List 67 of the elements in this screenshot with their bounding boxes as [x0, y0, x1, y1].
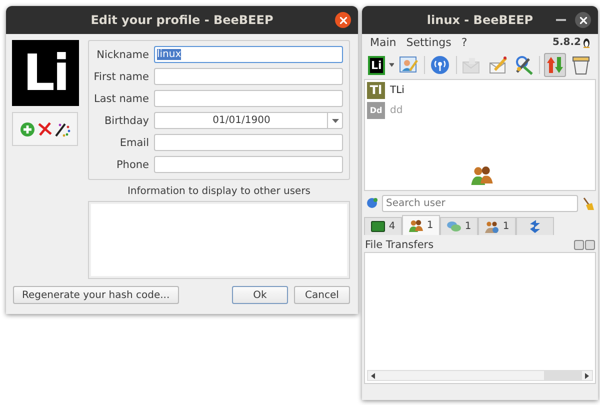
group-icon [484, 220, 499, 232]
broom-icon[interactable] [582, 196, 594, 210]
toolbar-button[interactable] [544, 53, 566, 77]
user-avatar: Tl [367, 82, 385, 98]
bin-icon [570, 55, 591, 75]
input-field[interactable] [154, 90, 343, 107]
close-button[interactable] [575, 12, 591, 28]
version-label: 5.8.2 [552, 37, 581, 48]
menu-item[interactable]: ? [461, 36, 468, 49]
toolbar-button[interactable] [429, 53, 452, 77]
window-title: Edit your profile - BeeBEEP [90, 13, 274, 27]
envelope-pencil-icon [488, 55, 508, 75]
envelope-icon [461, 55, 482, 75]
left-arrow-icon [371, 372, 375, 378]
field-label: Last name [93, 92, 149, 104]
close-icon [580, 16, 586, 24]
tab[interactable]: 1 [402, 215, 440, 235]
input-field[interactable] [154, 68, 343, 85]
panel-title: File Transfers [365, 238, 434, 250]
info-label: Information to display to other users [126, 186, 312, 197]
right-arrow-icon [585, 372, 589, 378]
field-label: First name [93, 70, 149, 82]
caret-icon[interactable] [388, 63, 394, 67]
wireless-icon [430, 55, 450, 75]
speech-bubbles-icon [446, 220, 461, 232]
close-icon[interactable] [585, 240, 595, 250]
dialog-button[interactable]: Cancel [294, 286, 350, 304]
up-down-arrows-icon [544, 55, 565, 75]
scrollbar-thumb[interactable] [544, 371, 582, 380]
input-field[interactable] [154, 134, 343, 151]
share-icon [529, 220, 541, 233]
tab[interactable]: 1 [440, 217, 478, 235]
user-name[interactable]: TLi [390, 84, 404, 96]
avatar: Li [12, 40, 79, 106]
caret-icon [332, 118, 338, 122]
gear-icon[interactable] [366, 197, 378, 209]
penguin-icon [583, 38, 590, 48]
profile-edit-icon [399, 55, 420, 75]
close-icon [340, 16, 346, 24]
tools-icon [514, 55, 534, 75]
search-field[interactable]: Search user [382, 194, 578, 212]
delete-icon[interactable] [38, 122, 52, 136]
dialog-button[interactable]: Ok [232, 286, 288, 304]
monitor-icon [370, 221, 385, 232]
tab[interactable]: 1 [478, 217, 516, 235]
window-title: linux - BeeBEEP [426, 13, 534, 27]
horizontal-scrollbar[interactable] [367, 370, 593, 381]
float-icon[interactable] [574, 240, 584, 250]
menu-item[interactable]: Main [370, 36, 396, 49]
field-label: Phone [115, 158, 149, 170]
tab[interactable]: 4 [364, 217, 402, 235]
users-icon [408, 219, 423, 232]
color-brush-icon[interactable] [54, 122, 70, 136]
close-button[interactable] [335, 12, 351, 28]
input-field[interactable] [154, 156, 343, 173]
users-icon [471, 165, 493, 185]
tab[interactable] [516, 217, 554, 235]
avatar[interactable]: Li [368, 56, 385, 74]
menu-item[interactable]: Settings [406, 36, 452, 49]
field-label: Birthday [103, 114, 149, 126]
add-icon[interactable] [20, 122, 34, 136]
field-label: Email [118, 136, 149, 148]
date-field[interactable]: 01/01/1900 [154, 112, 343, 129]
field-label: Nickname [96, 48, 149, 60]
user-avatar: Dd [367, 102, 385, 118]
dialog-button[interactable]: Regenerate your hash code... [13, 286, 179, 304]
input-field[interactable]: linux [154, 46, 343, 63]
